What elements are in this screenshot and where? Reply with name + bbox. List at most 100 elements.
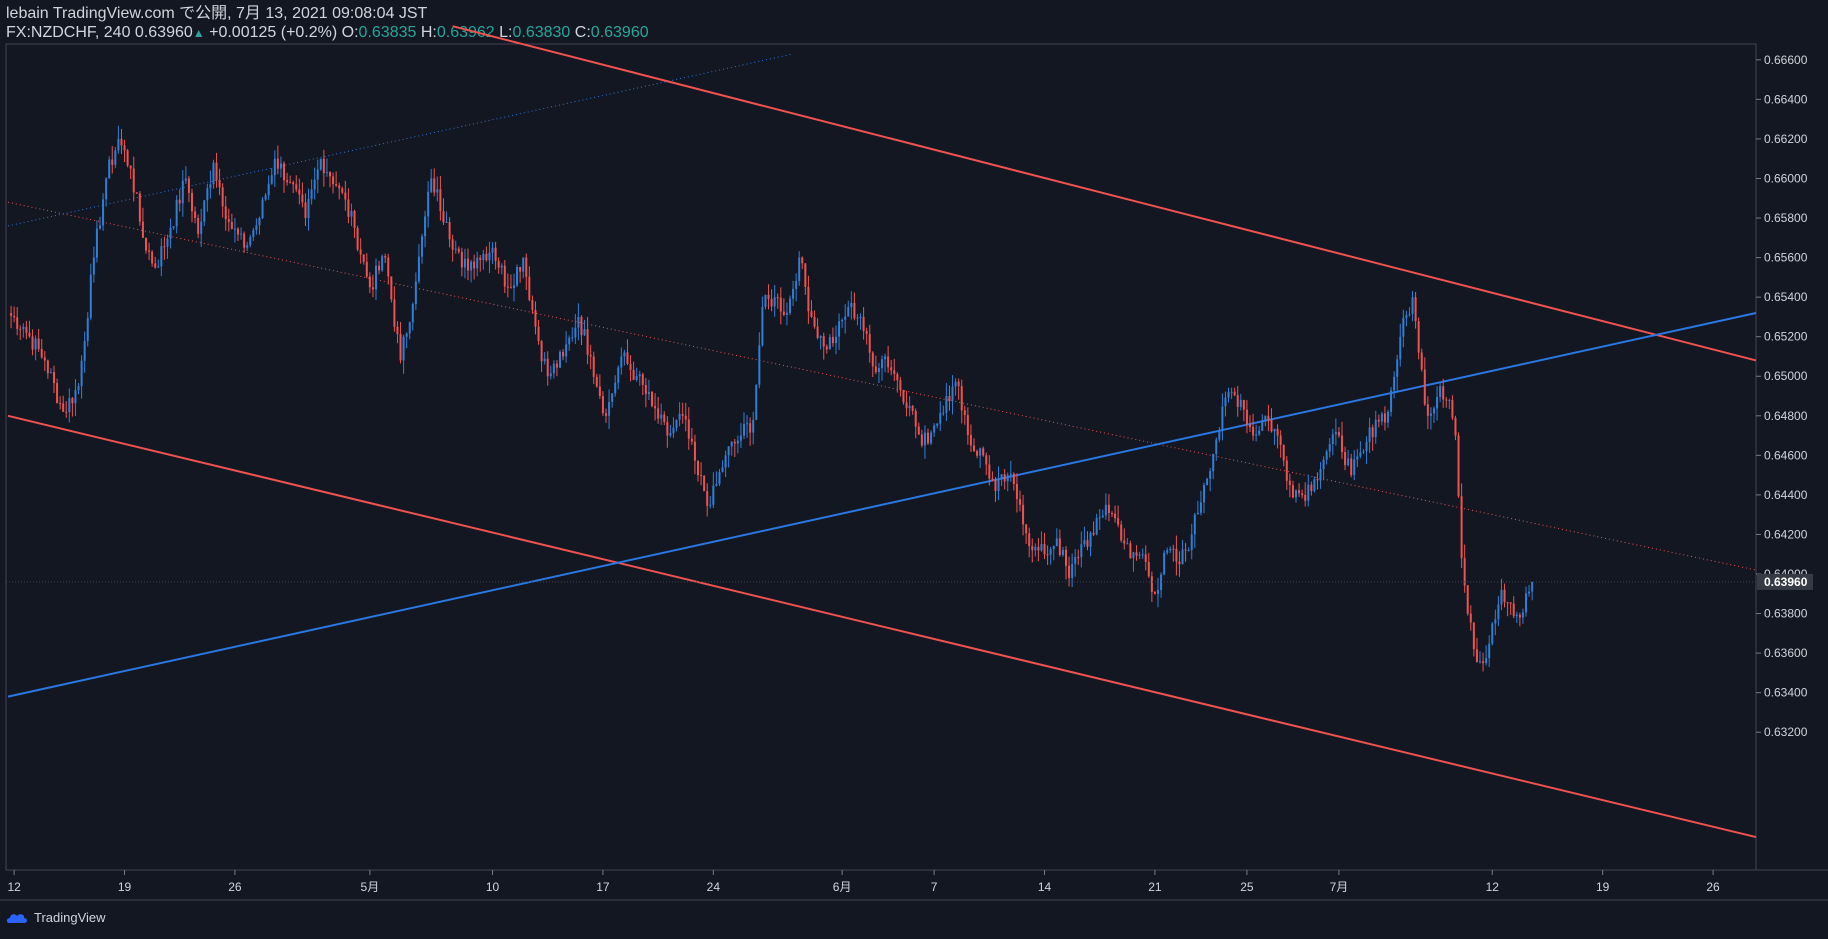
candle-body: [405, 333, 408, 337]
candle-body: [1242, 399, 1245, 410]
candle-body: [715, 483, 718, 486]
candle-body: [1049, 549, 1052, 555]
candle-body: [430, 178, 433, 192]
candle-body: [25, 326, 28, 333]
candle-body: [721, 467, 724, 473]
candle-body: [1132, 552, 1135, 559]
candle-body: [1512, 603, 1515, 617]
candle-body: [160, 246, 163, 267]
candle-body: [467, 258, 469, 271]
candle-body: [479, 257, 482, 260]
candle-body: [663, 414, 666, 423]
candle-body: [243, 233, 246, 248]
candle-body: [1006, 475, 1009, 482]
candle-body: [804, 263, 807, 287]
candle-body: [1316, 479, 1319, 481]
candle-body: [1034, 546, 1037, 551]
candle-body: [1068, 565, 1071, 578]
candle-body: [598, 386, 601, 396]
candle-body: [289, 182, 292, 184]
candle-body: [703, 476, 706, 492]
candle-body: [660, 414, 663, 419]
candle-body: [1175, 548, 1178, 562]
candle-body: [500, 265, 503, 268]
plot-frame: [5, 43, 1757, 871]
candle-body: [68, 398, 71, 412]
candle-body: [697, 460, 699, 476]
drawing-lines[interactable]: [7, 25, 1757, 839]
candle-body: [1147, 561, 1150, 577]
candle-body: [1212, 453, 1215, 472]
time-tick-label: 7: [931, 880, 938, 894]
candle-body: [1429, 413, 1432, 416]
candle-body: [1184, 549, 1187, 551]
candle-body: [574, 327, 577, 338]
candle-body: [497, 260, 500, 268]
price-tick-label: 0.65800: [1764, 211, 1808, 225]
candle-body: [920, 434, 923, 446]
candle-body: [1019, 499, 1021, 505]
candle-body: [1190, 534, 1193, 551]
candle-body: [1488, 643, 1491, 659]
candle-body: [746, 423, 749, 425]
candle-body: [402, 336, 405, 361]
candle-body: [181, 180, 184, 204]
candle-body: [1077, 557, 1080, 559]
candle-body: [966, 415, 969, 436]
candle-body: [1080, 544, 1083, 558]
candle-body: [1469, 613, 1472, 623]
candle-body: [1129, 543, 1132, 559]
brand-label: TradingView: [34, 910, 106, 925]
candle-body: [896, 374, 899, 381]
candle-body: [914, 411, 917, 427]
candle-body: [605, 413, 607, 416]
candles[interactable]: [10, 125, 1534, 672]
candle-body: [654, 405, 657, 409]
candle-body: [559, 351, 561, 368]
candle-body: [1411, 297, 1414, 315]
candle-body: [460, 251, 463, 268]
candle-body: [672, 427, 675, 434]
tradingview-logo[interactable]: TradingView: [6, 910, 106, 925]
candle-body: [200, 221, 203, 234]
candle-body: [267, 183, 270, 196]
candle-body: [1353, 459, 1356, 476]
candle-body: [1086, 540, 1089, 547]
time-axis[interactable]: 12 19 26 5月 10 17 24 6月 7 14 21 25 7月 12 19 26: [7, 870, 1720, 894]
candle-body: [80, 360, 83, 387]
candle-body: [1193, 514, 1196, 535]
candle-body: [580, 316, 583, 336]
candle-body: [1377, 419, 1380, 422]
candle-body: [1485, 658, 1488, 664]
candle-body: [71, 398, 74, 404]
candle-body: [1028, 533, 1031, 547]
candle-body: [396, 326, 399, 335]
price-tick-label: 0.66200: [1764, 132, 1808, 146]
candle-body: [555, 363, 558, 368]
candle-body: [175, 199, 178, 227]
candle-body: [338, 185, 341, 189]
candle-body: [690, 438, 693, 442]
candle-body: [819, 336, 822, 338]
candle-body: [1092, 532, 1095, 535]
candle-body: [203, 200, 206, 222]
time-tick-label: 10: [486, 880, 500, 894]
candle-body: [1454, 417, 1457, 436]
time-tick-label: 19: [1596, 880, 1610, 894]
candle-body: [522, 257, 525, 272]
candle-body: [1331, 434, 1334, 445]
candle-body: [1282, 444, 1285, 461]
price-axis[interactable]: 0.66600 0.66400 0.66200 0.66000 0.65800 0.656…: [6, 53, 1813, 739]
time-tick-label: 21: [1148, 880, 1162, 894]
price-tick-label: 0.64400: [1764, 488, 1808, 502]
candle-body: [620, 356, 623, 368]
candle-body: [614, 382, 617, 394]
candle-body: [951, 386, 954, 401]
candle-body: [1426, 404, 1429, 416]
candle-body: [1439, 386, 1442, 397]
candle-body: [755, 384, 758, 420]
candle-body: [1371, 427, 1374, 438]
candle-body: [936, 423, 939, 426]
chart-svg[interactable]: 0.66600 0.66400 0.66200 0.66000 0.65800 0.656…: [0, 0, 1828, 939]
candle-body: [592, 356, 595, 377]
